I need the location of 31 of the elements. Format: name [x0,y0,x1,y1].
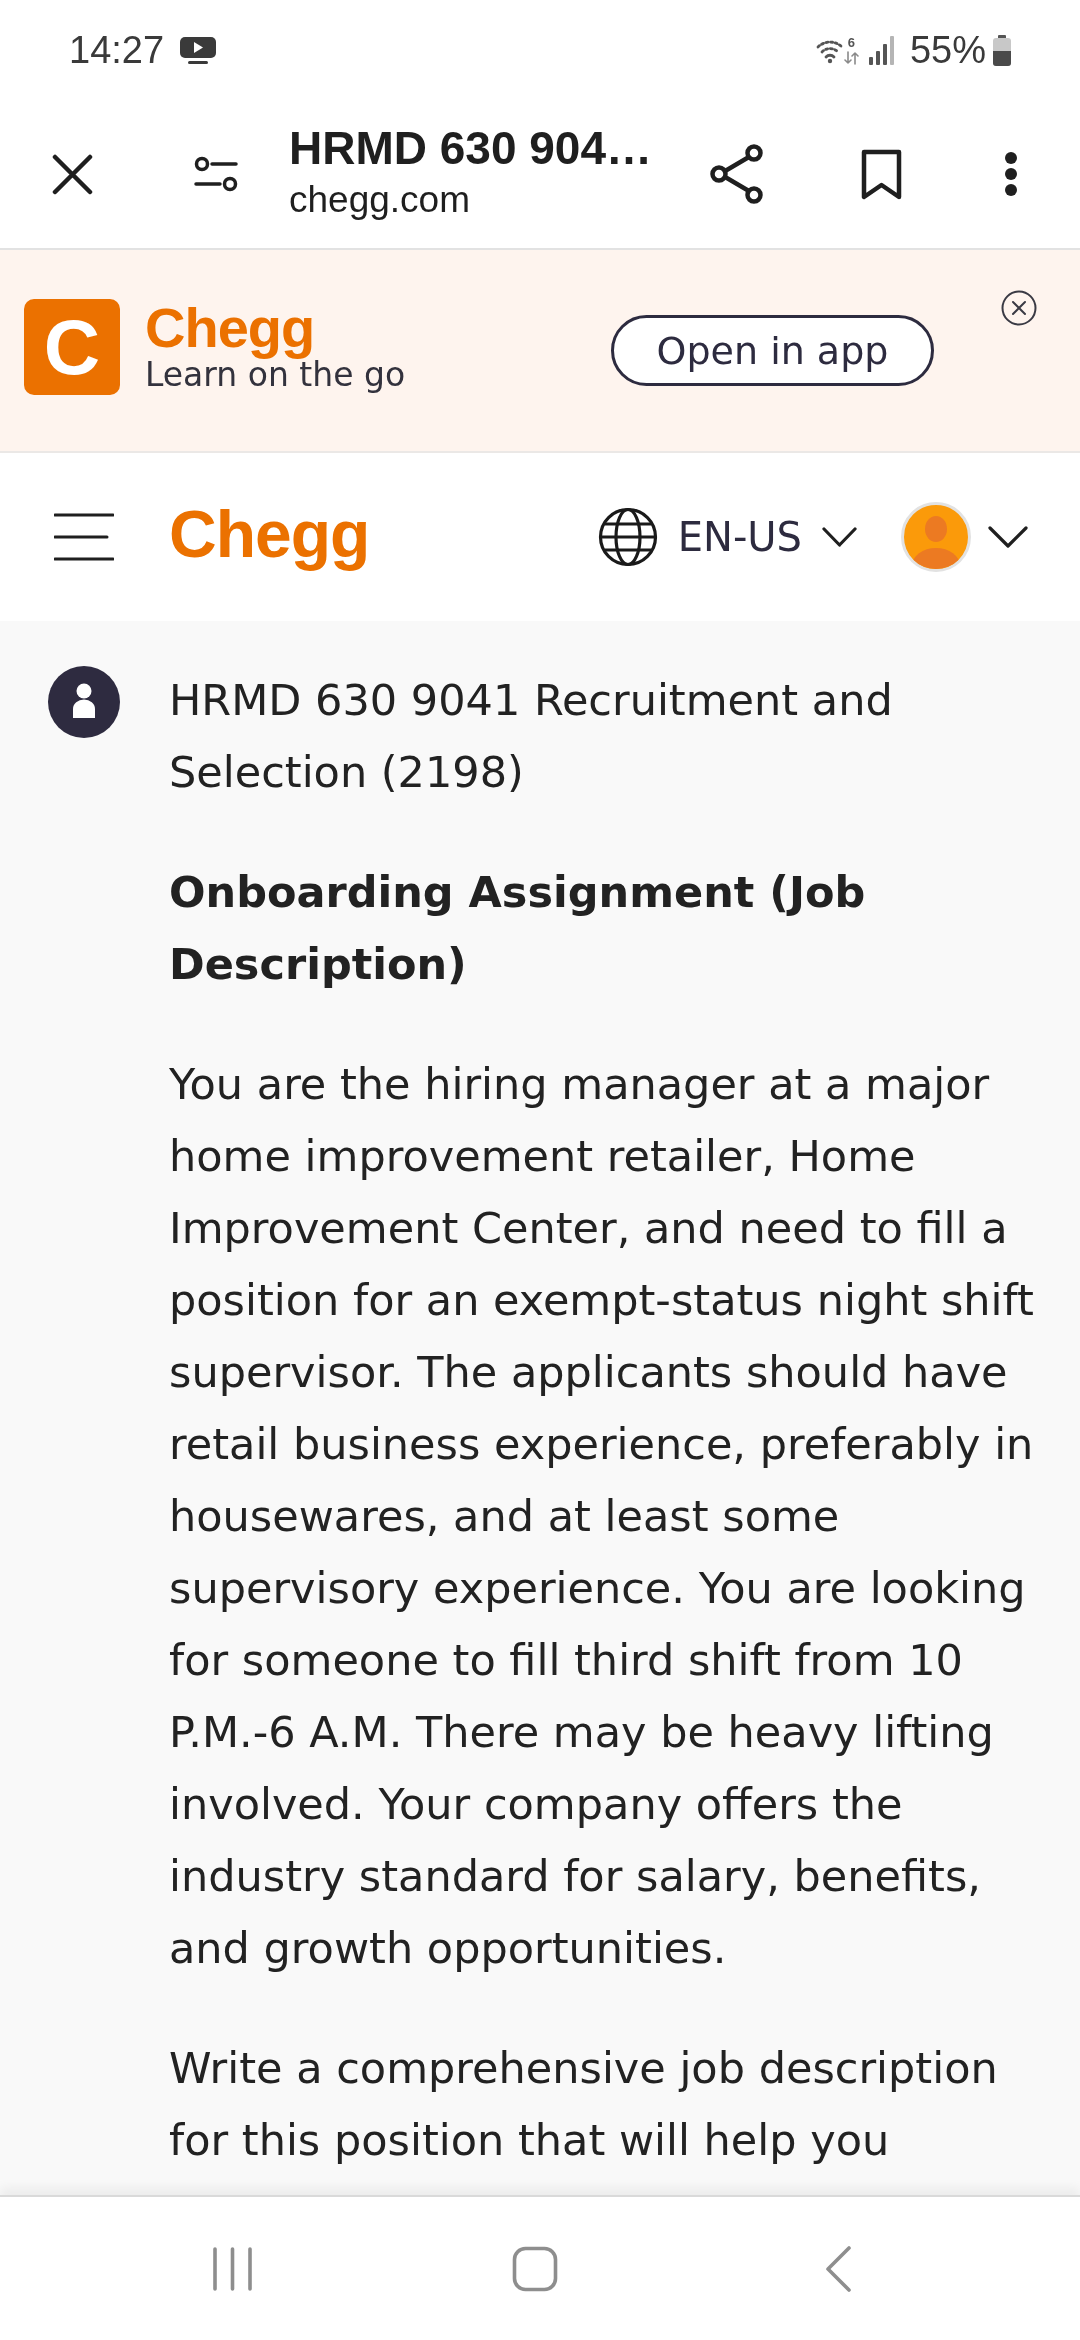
home-icon[interactable] [512,2245,558,2292]
question-heading: Onboarding Assignment (Job Description) [169,866,867,991]
data-arrows-icon [843,50,859,65]
sliders-icon[interactable] [194,156,238,192]
question-paragraph: Write a comprehensive job description for this position that will help you [169,2042,999,2167]
more-options-icon[interactable] [1004,151,1018,197]
menu-icon[interactable] [54,512,114,562]
recent-apps-icon[interactable] [212,2245,253,2292]
chevron-down-icon [822,526,857,548]
status-time: 14:27 [69,28,165,72]
avatar-icon[interactable] [901,502,971,572]
chevron-down-icon[interactable] [988,525,1028,549]
app-logo: C [24,298,120,395]
question-title: HRMD 630 9041 Recruitment and Selection (2198) [169,674,894,799]
close-icon[interactable] [52,153,93,195]
open-in-app-button[interactable]: Open in app [611,315,934,386]
signal-icon [867,35,896,65]
page-title: HRMD 630 904… [289,121,653,175]
globe-icon [597,507,658,567]
wifi-generation-label: 6 [847,35,856,49]
page-domain: chegg.com [289,179,471,221]
battery-percentage: 55% [909,28,986,72]
close-icon[interactable] [1001,290,1037,326]
back-icon[interactable] [825,2245,851,2292]
play-screen-icon [180,36,217,64]
question-paragraph: You are the hiring manager at a major home improvement retailer, Home Improvement Center, and need to fill a position for an exempt-status night shift supervisor. The applicants should have retail business experience, preferably in housewares, and at least some supervisory experience. You are looking for someone to fill third shift from 10 P.M.-6 A.M. There may be heavy lifting involved. Your company offers the industry standard for salary, benefits, and growth opportunities. [169,1058,1035,1975]
language-selector[interactable]: EN-US [597,507,857,567]
bookmark-icon[interactable] [861,148,902,200]
battery-icon [992,34,1012,66]
share-icon[interactable] [710,144,764,204]
user-icon [48,666,120,738]
